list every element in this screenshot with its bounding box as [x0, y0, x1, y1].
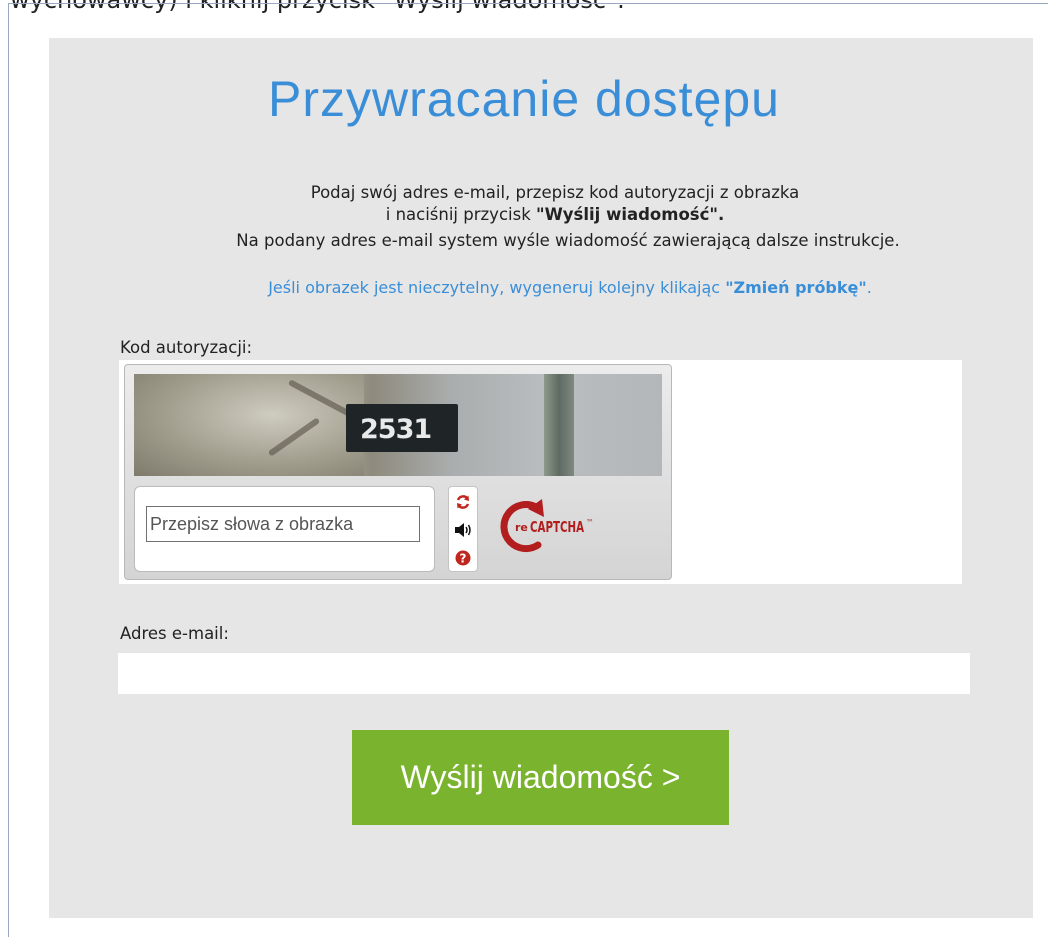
recaptcha-logo-text: CAPTCHA	[530, 518, 584, 536]
captcha-image-number: 2531	[360, 414, 432, 445]
captcha-hint-text: Jeśli obrazek jest nieczytelny, wygeneru…	[268, 278, 726, 297]
captcha-input[interactable]	[146, 506, 420, 542]
email-label: Adres e-mail:	[120, 624, 229, 643]
svg-text:?: ?	[460, 552, 467, 566]
captcha-image-wall	[134, 374, 364, 476]
captcha-image: 2531	[134, 374, 662, 476]
captcha-hint: Jeśli obrazek jest nieczytelny, wygeneru…	[60, 278, 1048, 297]
instruction-line-2-bold: "Wyślij wiadomość".	[536, 205, 725, 224]
captcha-hint-suffix: .	[866, 278, 872, 297]
send-message-button[interactable]: Wyślij wiadomość >	[352, 730, 729, 825]
page-title: Przywracanie dostępu	[268, 71, 780, 127]
instruction-line-2: i naciśnij przycisk "Wyślij wiadomość".	[60, 204, 1048, 226]
recaptcha-logo-tm: ™	[586, 518, 594, 527]
refresh-icon[interactable]	[449, 488, 477, 516]
captcha-image-post	[544, 374, 574, 476]
email-input[interactable]	[118, 653, 970, 694]
instruction-line-1: Podaj swój adres e-mail, przepisz kod au…	[310, 183, 800, 202]
instruction-line-2-text: i naciśnij przycisk	[385, 205, 536, 224]
instruction-line-3: Na podany adres e-mail system wyśle wiad…	[236, 231, 900, 250]
help-icon[interactable]: ?	[449, 544, 477, 572]
captcha-controls: ?	[448, 486, 478, 572]
change-sample-link[interactable]: "Zmień próbkę"	[725, 278, 867, 297]
recaptcha-logo: re CAPTCHA ™	[498, 493, 618, 559]
recaptcha-logo-prefix: re	[515, 521, 528, 534]
audio-icon[interactable]	[449, 516, 477, 544]
captcha-label: Kod autoryzacji:	[120, 338, 253, 357]
